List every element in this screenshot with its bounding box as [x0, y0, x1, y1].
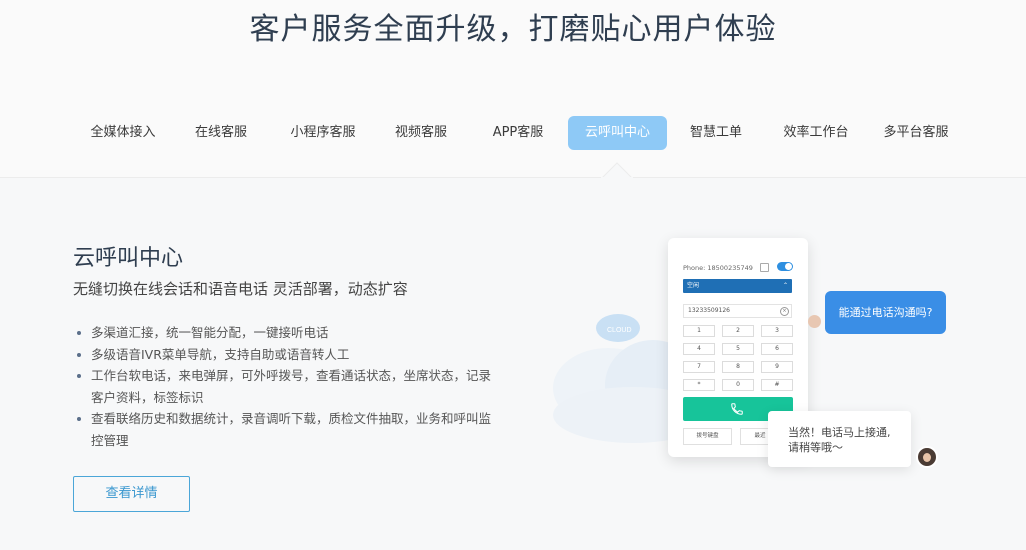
key-button[interactable]: 2 — [722, 325, 754, 337]
agent-chat-bubble: 当然！电话马上接通, 请稍等哦～ — [768, 411, 911, 467]
agent-message-line: 请稍等哦～ — [788, 441, 843, 454]
key-button[interactable]: 4 — [683, 343, 715, 355]
chevron-down-icon: ⌃ — [782, 282, 788, 289]
tab-multiplatform-service[interactable]: 多平台客服 — [870, 116, 962, 150]
cloud-label: CLOUD — [607, 327, 632, 334]
tab-omnimedia[interactable]: 全媒体接入 — [72, 116, 174, 150]
phone-number-label: Phone: 18500235749 — [683, 264, 753, 272]
top-area: 客户服务全面升级，打磨贴心用户体验 全媒体接入 在线客服 小程序客服 视频客服 … — [0, 0, 1026, 178]
list-item: 工作台软电话，来电弹屏，可外呼拨号，查看通话状态，坐席状态，记录客户资料，标签标… — [73, 365, 503, 408]
tab-video-service[interactable]: 视频客服 — [377, 116, 465, 150]
clear-icon[interactable]: × — [780, 307, 789, 316]
tab-cloud-call-center[interactable]: 云呼叫中心 — [568, 116, 667, 150]
list-item: 多渠道汇接，统一智能分配，一键接听电话 — [73, 322, 503, 344]
agent-status-value: 空闲 — [687, 282, 700, 289]
status-toggle[interactable] — [777, 262, 793, 271]
dial-number-input[interactable]: 13233509126 × — [683, 304, 792, 318]
list-item: 多级语音IVR菜单导航，支持自助或语音转人工 — [73, 344, 503, 366]
section-subtitle: 无缝切换在线会话和语音电话 灵活部署，动态扩容 — [73, 280, 408, 298]
tab-online-service[interactable]: 在线客服 — [177, 116, 265, 150]
key-button[interactable]: 8 — [722, 361, 754, 373]
tab-smart-ticket[interactable]: 智慧工单 — [672, 116, 760, 150]
tab-miniprogram-service[interactable]: 小程序客服 — [274, 116, 372, 150]
key-button[interactable]: 5 — [722, 343, 754, 355]
key-button[interactable]: 7 — [683, 361, 715, 373]
agent-message-line: 当然！电话马上接通, — [788, 426, 891, 439]
view-details-button[interactable]: 查看详情 — [73, 476, 190, 512]
tab-app-service[interactable]: APP客服 — [474, 116, 562, 150]
section-title: 云呼叫中心 — [73, 246, 184, 271]
tab-efficiency-workbench[interactable]: 效率工作台 — [770, 116, 862, 150]
active-tab-pointer — [601, 162, 633, 178]
key-button[interactable]: 3 — [761, 325, 793, 337]
page-headline: 客户服务全面升级，打磨贴心用户体验 — [249, 12, 777, 47]
agent-status-select[interactable]: 空闲 ⌃ — [683, 279, 792, 293]
phone-icon — [731, 403, 743, 415]
avatar — [916, 446, 938, 468]
product-tabs: 全媒体接入 在线客服 小程序客服 视频客服 APP客服 云呼叫中心 智慧工单 效… — [72, 116, 972, 150]
key-button[interactable]: 9 — [761, 361, 793, 373]
key-button[interactable]: 0 — [722, 379, 754, 391]
customer-chat-bubble: 能通过电话沟通吗? — [825, 291, 946, 334]
list-item: 查看联络历史和数据统计，录音调听下载，质检文件抽取，业务和呼叫监控管理 — [73, 408, 503, 451]
key-button[interactable]: 6 — [761, 343, 793, 355]
avatar — [808, 315, 821, 328]
key-button[interactable]: # — [761, 379, 793, 391]
edit-icon — [760, 263, 769, 272]
key-button[interactable]: 1 — [683, 325, 715, 337]
dial-keypad-button[interactable]: 拨号键盘 — [683, 428, 732, 445]
key-button[interactable]: * — [683, 379, 715, 391]
feature-list: 多渠道汇接，统一智能分配，一键接听电话 多级语音IVR菜单导航，支持自助或语音转… — [73, 322, 503, 451]
dial-number-value: 13233509126 — [688, 307, 730, 314]
